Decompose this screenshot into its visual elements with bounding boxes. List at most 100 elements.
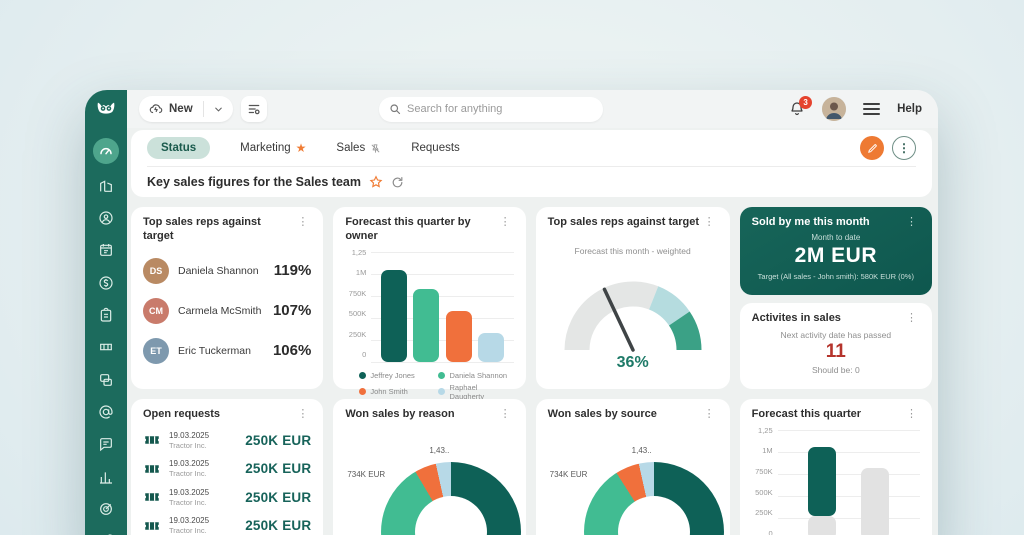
legend-dot [359,372,366,379]
rep-row[interactable]: DS Daniela Shannon 119% [143,258,311,284]
request-row[interactable]: 19.03.2025 Tractor Inc. 250K EUR [143,488,311,507]
sidebar-item-reports[interactable] [92,463,120,490]
widgets-grid: Top sales reps against target ⋮ DS Danie… [131,207,932,535]
legend-item[interactable]: Jeffrey Jones [359,371,434,380]
plot-area [371,252,513,362]
sidebar-item-finance[interactable] [92,269,120,296]
widget-menu-button[interactable]: ⋮ [903,216,920,229]
avatar: ET [143,338,169,364]
widget-menu-button[interactable]: ⋮ [294,408,311,421]
sidebar-item-organization[interactable] [92,172,120,199]
legend-item[interactable]: Daniela Shannon [438,371,513,380]
new-button-group: New [139,96,233,122]
panel-actions: ⋮ [860,136,916,160]
favorite-toggle-button[interactable] [369,175,383,189]
slice-label: 1,43.. [429,446,449,455]
bar-raphael-daugherty[interactable] [478,333,504,361]
donut[interactable] [584,462,724,535]
sidebar-item-dashboard[interactable] [93,138,119,163]
money-icon [98,275,114,291]
user-avatar[interactable] [822,97,846,121]
bar-daniela-shannon[interactable] [413,289,439,361]
widget-menu-button[interactable]: ⋮ [903,312,920,325]
donut-chart: 1,43.. 734K EUR 2,4M.. [548,428,718,535]
search-icon [389,103,401,115]
bar-jeffrey-jones[interactable] [381,270,407,362]
bar-segment [808,516,836,535]
list-filter-icon [247,102,261,116]
widget-title: Won sales by source [548,408,657,422]
activities-value: 11 [752,341,920,363]
sidebar-item-tickets[interactable] [92,334,120,361]
global-search [379,97,603,122]
refresh-button[interactable] [391,176,404,189]
sidebar-item-goals[interactable] [92,495,120,522]
donut-hole [415,496,487,535]
menu-button[interactable] [863,103,880,115]
sidebar-item-settings[interactable] [92,528,120,535]
request-meta: 19.03.2025 Tractor Inc. [169,431,237,450]
bar-john-smith[interactable] [446,311,472,361]
widget-menu-button[interactable]: ⋮ [903,408,920,421]
donut[interactable] [381,462,521,535]
slice-label: 1,43.. [632,446,652,455]
tab-status[interactable]: Status [147,137,210,159]
edit-dashboard-button[interactable] [860,136,884,160]
donut-hole [618,496,690,535]
favorite-star-icon: ★ [296,141,307,155]
help-link[interactable]: Help [897,103,922,115]
windows-icon [98,372,114,388]
gridline [371,362,513,363]
widget-menu-button[interactable]: ⋮ [497,408,514,421]
owl-logo-icon[interactable] [94,99,118,122]
widget-menu-button[interactable]: ⋮ [701,408,718,421]
stacked-bar[interactable] [861,468,889,535]
request-date: 19.03.2025 [169,431,237,441]
y-axis: 1,251M 750K500K 250K0 [345,248,371,360]
tab-sales[interactable]: Sales [336,142,381,154]
search-input[interactable] [407,103,593,115]
gauge-subtitle: Forecast this month - weighted [548,246,718,256]
y-axis: 1,251M 750K500K 250K0 [752,426,778,535]
gauge-value: 36% [548,354,718,372]
legend-item[interactable]: Raphael Daugherty [438,383,513,401]
legend-item[interactable]: John Smith [359,383,434,401]
request-row[interactable]: 19.03.2025 Tractor Inc. 250K EUR [143,431,311,450]
chat-icon [98,436,114,452]
plot-area [778,430,920,535]
request-row[interactable]: 19.03.2025 Tractor Inc. 250K EUR [143,459,311,478]
dashboard-tabs: Status Marketing ★ Sales Requests [131,130,932,166]
tab-requests[interactable]: Requests [411,142,460,154]
calendar-icon [98,242,114,258]
sold-subtitle: Month to date [752,233,920,242]
new-button-label: New [169,103,193,115]
sidebar-item-calendar[interactable] [92,237,120,264]
rep-row[interactable]: ET Eric Tuckerman 106% [143,338,311,364]
sidebar-item-tasks[interactable] [92,301,120,328]
request-row[interactable]: 19.03.2025 Tractor Inc. 250K EUR [143,516,311,535]
sidebar-item-projects[interactable] [92,366,120,393]
new-button[interactable]: New [139,102,203,116]
bar-segment [808,447,836,516]
dashboard-content: Status Marketing ★ Sales Requests [127,128,938,535]
sidebar-item-contacts[interactable] [92,204,120,231]
contact-icon [98,210,114,226]
avatar-silhouette-icon [822,97,846,121]
widget-menu-button[interactable]: ⋮ [701,216,718,229]
request-amount: 250K EUR [245,461,311,476]
sidebar-item-mail[interactable] [92,398,120,425]
widget-menu-button[interactable]: ⋮ [294,216,311,229]
avatar: CM [143,298,169,324]
notifications-button[interactable]: 3 [789,101,805,117]
request-meta: 19.03.2025 Tractor Inc. [169,516,237,535]
new-dropdown-caret[interactable] [204,104,233,115]
widget-menu-button[interactable]: ⋮ [497,216,514,229]
rep-row[interactable]: CM Carmela McSmith 107% [143,298,311,324]
panel-more-button[interactable]: ⋮ [892,136,916,160]
tab-marketing[interactable]: Marketing ★ [240,141,306,155]
sidebar-item-messenger[interactable] [92,431,120,458]
stacked-bar[interactable] [808,447,836,535]
task-filter-button[interactable] [241,96,267,122]
request-amount: 250K EUR [245,518,311,533]
widget-title: Won sales by reason [345,408,454,422]
